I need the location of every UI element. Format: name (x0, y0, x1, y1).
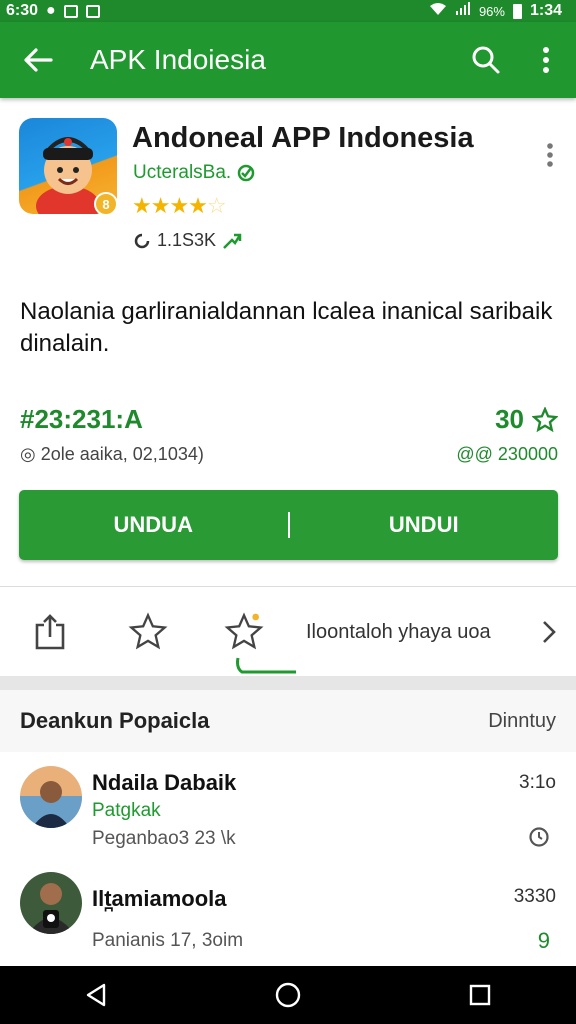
review-count: 9 (537, 928, 550, 953)
stat-right-value: 30 (495, 404, 524, 434)
app-notification-icon (85, 4, 100, 18)
underline-indicator (236, 657, 296, 674)
avatar (20, 872, 82, 934)
app-bar: APK Indoiesia (0, 22, 576, 98)
share-icon (35, 614, 65, 650)
wishlist-button[interactable] (100, 612, 196, 652)
reviewer-name: Ilt̪amiamoola (92, 886, 227, 911)
nav-home-button[interactable] (258, 966, 318, 1024)
nav-recents-button[interactable] (450, 966, 510, 1024)
chevron-right-icon (543, 621, 556, 643)
more-menu-button[interactable] (516, 46, 576, 74)
app-badge: 8 (94, 192, 118, 216)
reviewer-name: Ndaila Dabaik (92, 770, 237, 795)
star-outline-icon (128, 612, 168, 650)
stat-right-sub: @@ 230000 (456, 444, 558, 464)
clock-icon (529, 827, 549, 847)
notification-icon: ● (46, 2, 56, 19)
app-title: Andoneal APP Indonesia (132, 122, 474, 154)
section-title: Deankun Popaicla (20, 708, 210, 733)
rate-button[interactable] (196, 612, 292, 652)
star-icon: ★★★★ (132, 193, 208, 218)
trending-icon (223, 233, 242, 249)
status-time-left: 6:30 (6, 2, 39, 19)
app-bar-title: APK Indoiesia (90, 44, 266, 75)
review-time: 3:1o (519, 772, 556, 793)
verified-icon (237, 164, 255, 182)
nav-back-icon (86, 983, 106, 1007)
review-meta: Panianis 17, 3oim (92, 930, 244, 951)
developer-link[interactable]: UcteralsBa. (133, 162, 255, 184)
stat-right-main: 30 (495, 404, 558, 435)
list-item[interactable]: Ilt̪amiamoola Panianis 17, 3oim 3330 9 (0, 862, 576, 972)
app-header: 8 Andoneal APP Indonesia UcteralsBa. ★★★… (0, 98, 576, 268)
review-meta: Peganbao3 23 \k (92, 828, 236, 849)
section-link[interactable]: Dinntuy (488, 710, 556, 733)
search-button[interactable] (456, 45, 516, 75)
download-count-icon (134, 233, 150, 248)
nav-recents-icon (469, 984, 491, 1006)
more-info-label: Iloontaloh yhaya uoa (306, 620, 491, 643)
battery-percent: 96% (478, 3, 505, 19)
section-separator (0, 676, 576, 690)
star-outline-icon (532, 406, 558, 432)
install-button[interactable]: UNDUA UNDUI (19, 490, 558, 560)
status-time-right: 1:34 (529, 2, 562, 19)
stat-left-sub: ◎ 2ole aaika, 02,1034) (20, 444, 204, 464)
list-item[interactable]: Ndaila Dabaik Patgkak Peganbao3 23 \k 3:… (0, 752, 576, 862)
back-arrow-icon (24, 48, 53, 72)
review-time: 3330 (513, 886, 556, 907)
more-info-link[interactable]: Iloontaloh yhaya uoa (292, 620, 576, 644)
wifi-icon (429, 2, 447, 21)
app-overflow-button[interactable] (546, 142, 554, 173)
install-right-label[interactable]: UNDUI (290, 512, 559, 538)
more-vert-icon (547, 143, 553, 167)
back-button[interactable] (0, 47, 76, 73)
search-icon (472, 46, 500, 74)
divider (0, 586, 576, 587)
stats-row: #23:231:A ◎ 2ole aaika, 02,1034) 30 @@ 2… (20, 404, 558, 474)
nav-home-icon (275, 982, 301, 1008)
star-badge-icon (224, 612, 264, 650)
download-count: 1.1S3K (157, 230, 217, 250)
star-empty-icon: ☆ (206, 193, 227, 218)
signal-icon (455, 1, 471, 21)
nav-back-button[interactable] (66, 966, 126, 1024)
rating-stars: ★★★★☆ (132, 193, 227, 219)
battery-icon (512, 3, 522, 19)
app-description: Naolania garliranialdannan lcalea inanic… (20, 298, 553, 357)
avatar (20, 766, 82, 828)
developer-name: UcteralsBa. (133, 162, 232, 183)
install-left-label[interactable]: UNDUA (19, 512, 288, 538)
reviewer-tag: Patgkak (92, 800, 161, 821)
review-list: Ndaila Dabaik Patgkak Peganbao3 23 \k 3:… (0, 752, 576, 972)
system-nav-bar (0, 966, 576, 1024)
more-vert-icon (543, 47, 549, 73)
stat-left-main: #23:231:A (20, 404, 143, 434)
share-button[interactable] (0, 613, 100, 651)
status-bar: 6:30 ● 96% 1:34 (0, 0, 576, 22)
clock-icon: ◎ (20, 444, 41, 464)
gallery-icon (63, 4, 78, 18)
app-meta: 1.1S3K (133, 230, 242, 251)
section-header: Deankun Popaicla Dinntuy (0, 690, 576, 752)
